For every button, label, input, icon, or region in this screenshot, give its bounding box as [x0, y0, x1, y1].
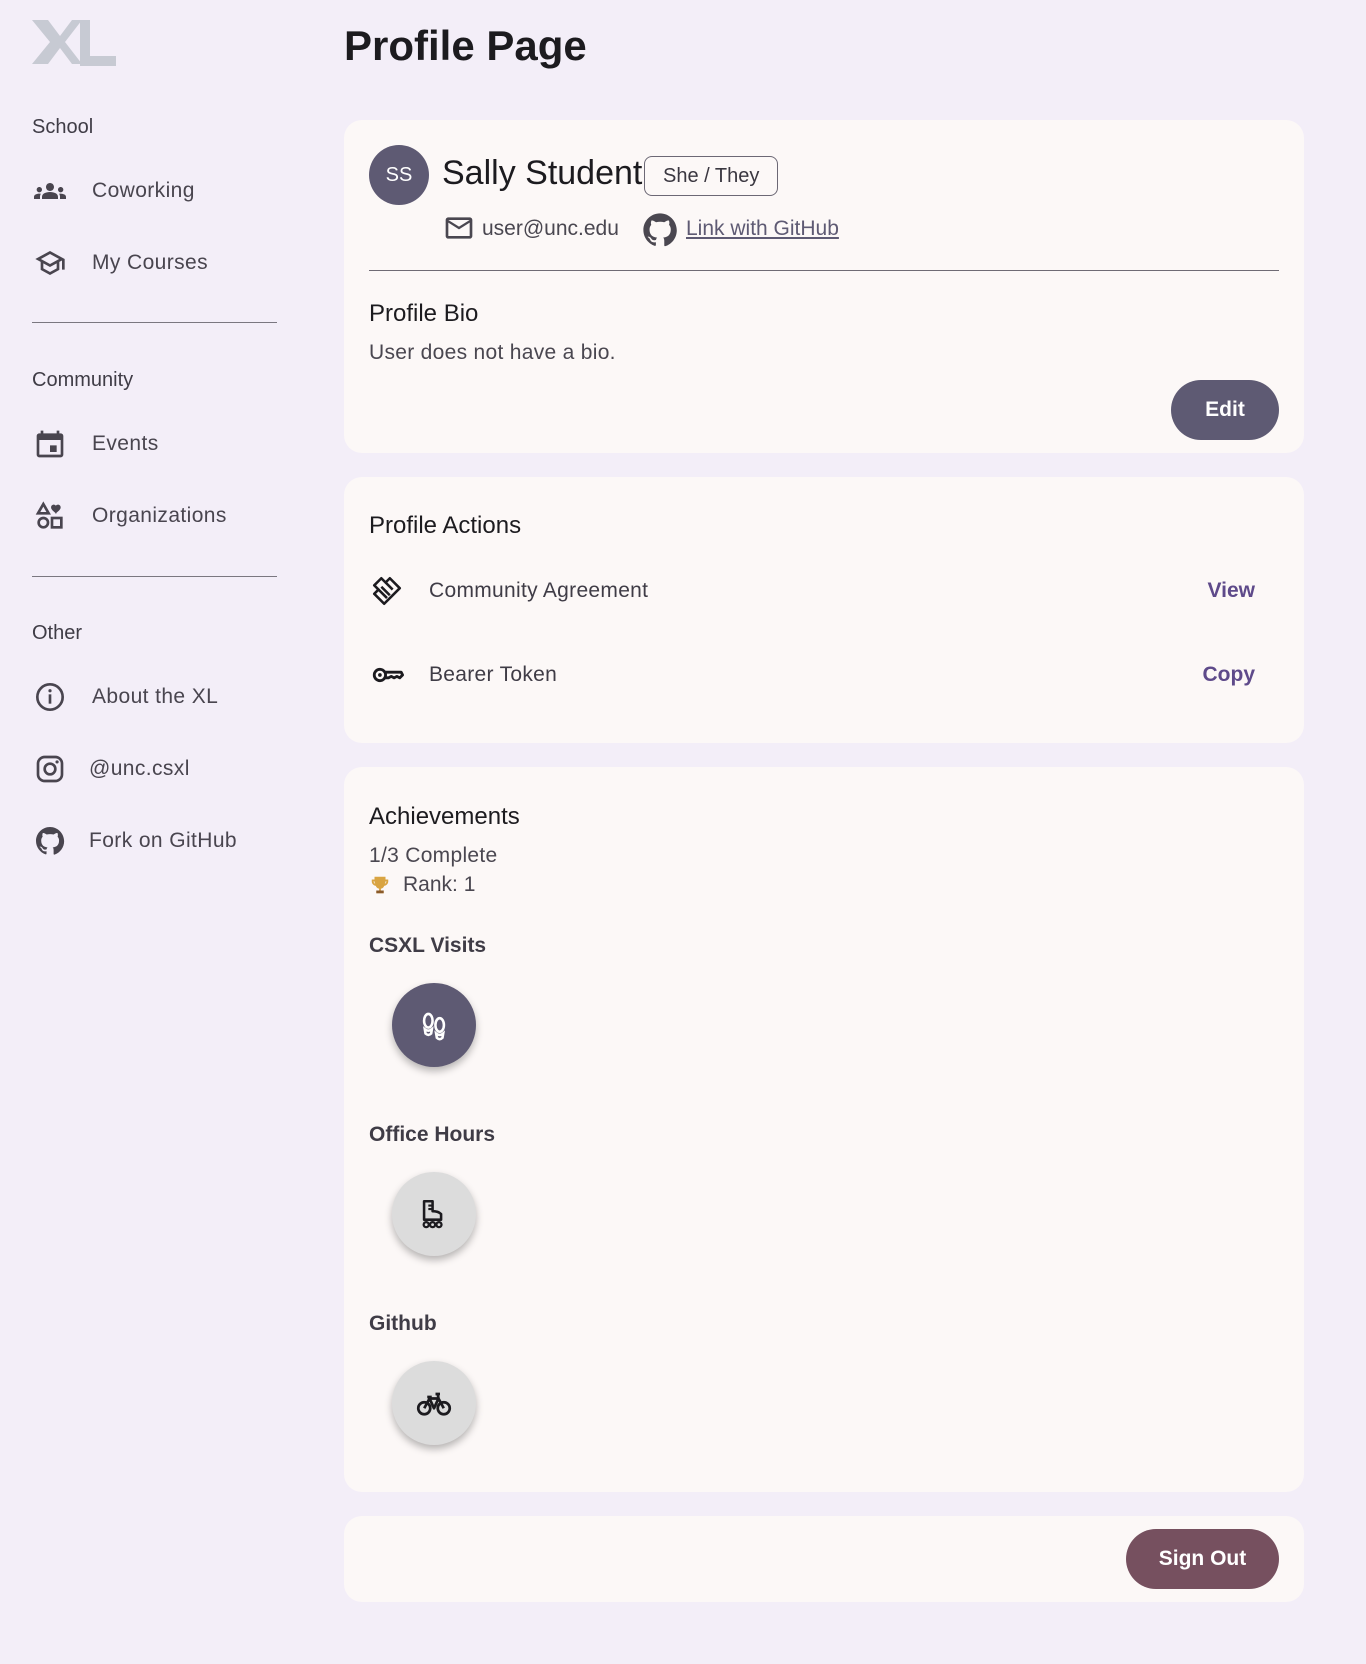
footprints-icon	[422, 1012, 446, 1041]
sign-out-button[interactable]: Sign Out	[1126, 1529, 1279, 1589]
edit-button[interactable]: Edit	[1171, 380, 1279, 440]
rank-row: Rank: 1	[369, 873, 475, 897]
section-label-community: Community	[32, 369, 134, 391]
group-icon	[32, 173, 68, 209]
sidebar-item-instagram[interactable]: @unc.csxl	[32, 749, 190, 789]
sidebar-item-label: @unc.csxl	[89, 757, 190, 780]
sidebar-item-label: Events	[92, 432, 159, 455]
signout-card: Sign Out	[344, 1516, 1304, 1602]
sidebar-item-organizations[interactable]: Organizations	[32, 496, 227, 536]
trophy-icon	[371, 876, 389, 894]
section-label-school: School	[32, 116, 94, 138]
achievement-title: CSXL Visits	[369, 934, 487, 957]
page-title: Profile Page	[344, 22, 587, 69]
info-icon	[32, 679, 68, 715]
github-icon	[643, 213, 677, 247]
achievements-heading: Achievements	[369, 803, 520, 830]
github-icon	[32, 823, 68, 859]
email-text: user@unc.edu	[482, 217, 619, 240]
bio-text: User does not have a bio.	[369, 341, 616, 364]
action-row-bearer-token: Bearer Token Copy	[369, 653, 1279, 697]
achievements-progress: 1/3 Complete	[369, 844, 498, 867]
achievement-title: Office Hours	[369, 1123, 496, 1146]
view-link[interactable]: View	[1208, 579, 1255, 603]
sidebar: School Coworking My Courses Community Ev…	[0, 0, 300, 1664]
handshake-icon	[369, 573, 405, 609]
section-label-other: Other	[32, 622, 83, 644]
sidebar-item-coworking[interactable]: Coworking	[32, 171, 195, 211]
sidebar-divider	[32, 576, 277, 577]
sidebar-item-my-courses[interactable]: My Courses	[32, 243, 208, 283]
action-label: Community Agreement	[429, 579, 649, 602]
profile-actions-card: Profile Actions Community Agreement View…	[344, 477, 1304, 743]
copy-link[interactable]: Copy	[1203, 663, 1256, 687]
sidebar-item-about[interactable]: About the XL	[32, 677, 218, 717]
pronouns-chip: She / They	[644, 156, 779, 196]
roller-skate-icon	[422, 1199, 443, 1229]
graduation-cap-icon	[32, 245, 68, 281]
rank-text: Rank: 1	[403, 873, 476, 896]
achievement-badge-github[interactable]	[392, 1361, 476, 1445]
sidebar-item-github[interactable]: Fork on GitHub	[32, 821, 237, 861]
actions-heading: Profile Actions	[369, 512, 522, 539]
sidebar-item-label: About the XL	[92, 685, 219, 708]
user-name: Sally Student	[442, 154, 643, 192]
bio-heading: Profile Bio	[369, 300, 479, 327]
achievement-title: Github	[369, 1312, 437, 1335]
calendar-icon	[32, 426, 68, 462]
key-icon	[369, 657, 405, 693]
link-github-link[interactable]: Link with GitHub	[686, 217, 839, 241]
avatar: SS	[369, 145, 429, 205]
profile-divider	[369, 270, 1279, 271]
sidebar-item-label: Fork on GitHub	[89, 829, 237, 852]
achievement-badge-office-hours[interactable]	[392, 1172, 476, 1256]
sidebar-item-label: Organizations	[92, 504, 227, 527]
action-label: Bearer Token	[429, 663, 558, 686]
achievements-card: Achievements 1/3 Complete Rank: 1 CSXL V…	[344, 767, 1304, 1492]
mail-icon	[445, 217, 473, 239]
category-icon	[32, 498, 68, 534]
sidebar-divider	[32, 322, 277, 323]
xl-logo[interactable]	[32, 18, 116, 68]
action-row-community-agreement: Community Agreement View	[369, 569, 1279, 613]
instagram-icon	[32, 751, 68, 787]
profile-card: SS Sally Student She / They user@unc.edu…	[344, 120, 1304, 453]
achievement-badge-csxl-visits[interactable]	[392, 983, 476, 1067]
bike-icon	[416, 1392, 452, 1416]
sidebar-item-events[interactable]: Events	[32, 424, 159, 464]
sidebar-item-label: Coworking	[92, 179, 195, 202]
sidebar-item-label: My Courses	[92, 251, 209, 274]
